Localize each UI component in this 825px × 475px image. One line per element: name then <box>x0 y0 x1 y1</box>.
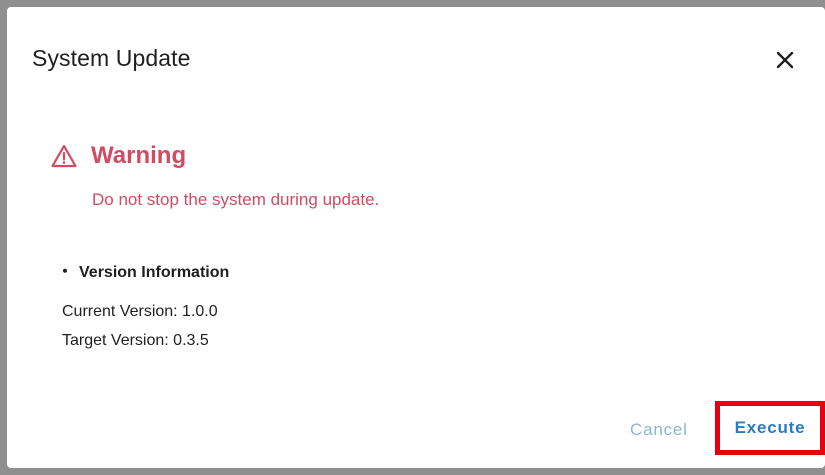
cancel-button[interactable]: Cancel <box>630 420 688 440</box>
system-update-dialog: System Update Warning Do not stop the sy… <box>7 7 825 468</box>
warning-title: Warning <box>91 142 187 169</box>
close-button[interactable] <box>770 45 800 75</box>
warning-triangle-icon <box>51 144 77 168</box>
current-version: Current Version: 1.0.0 <box>62 303 218 320</box>
target-version: Target Version: 0.3.5 <box>62 332 209 349</box>
close-icon <box>776 51 794 69</box>
bullet-marker: ・ <box>57 264 74 281</box>
dialog-title: System Update <box>32 45 191 71</box>
version-info-heading: ・ Version Information <box>57 258 229 282</box>
warning-message: Do not stop the system during update. <box>92 190 380 209</box>
modal-backdrop: System Update Warning Do not stop the sy… <box>0 0 825 475</box>
version-info-heading-text: Version Information <box>79 264 230 281</box>
execute-button[interactable]: Execute <box>715 401 825 455</box>
warning-header: Warning <box>51 142 186 170</box>
